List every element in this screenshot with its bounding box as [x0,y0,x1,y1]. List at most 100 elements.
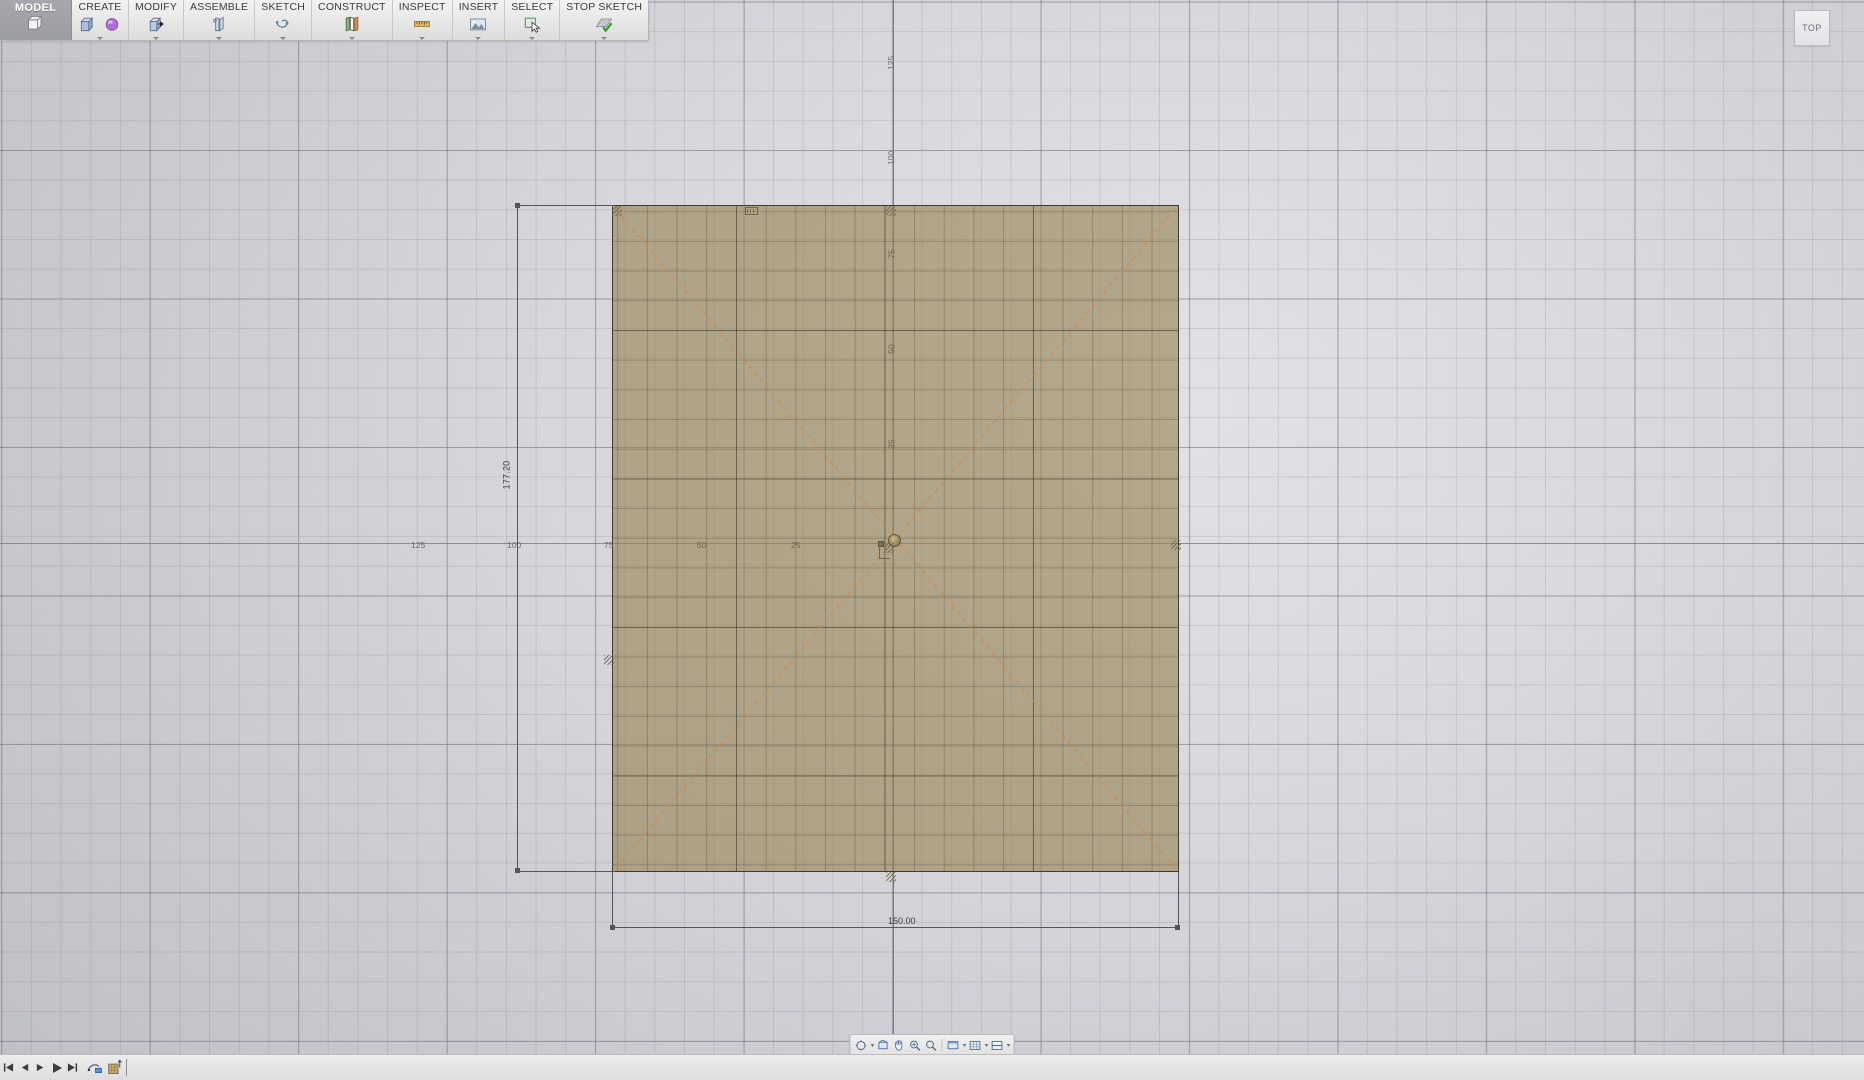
timeline-playback-controls[interactable] [2,1061,79,1075]
coincident-constraint-icon-origin[interactable] [884,543,894,553]
spline-icon[interactable] [273,14,293,34]
press-pull-icon[interactable] [146,14,166,34]
ruler-tick-v-25: 25 [886,439,897,449]
dimension-line-vertical[interactable] [517,205,518,872]
chevron-down-icon[interactable] [601,37,608,40]
go-to-end-button[interactable] [66,1061,79,1075]
look-at-icon[interactable] [876,1038,891,1053]
play-button[interactable] [50,1061,63,1075]
chevron-down-icon[interactable] [984,1043,989,1047]
display-settings-icon[interactable] [946,1038,961,1053]
stop-sketch-icon[interactable] [594,14,614,34]
ruler-tick-v-50: 50 [886,344,897,354]
chevron-down-icon[interactable] [870,1043,875,1047]
navigation-bar[interactable] [849,1034,1015,1056]
dimension-value-horizontal[interactable]: 150.00 [888,916,916,926]
toolbar-group-label: CONSTRUCT [318,1,386,13]
sketch-feature-icon[interactable] [87,1059,104,1076]
dimension-arrow-bottom [515,868,520,873]
ruler-tick-v-75: 75 [886,249,897,259]
chevron-down-icon[interactable] [280,37,287,40]
coincident-constraint-icon-top-axis[interactable] [886,206,896,216]
step-forward-button[interactable] [34,1061,47,1075]
3d-viewport[interactable]: 125 100 75 50 25 125 100 75 50 25 177.20… [0,0,1864,1080]
chevron-down-icon[interactable] [529,37,536,40]
ruler-tick-h-50: 50 [697,540,707,550]
chevron-down-icon[interactable] [475,37,482,40]
select-arrow-icon[interactable] [522,14,542,34]
toolbar-group-label: MODIFY [135,1,178,13]
toolbar-group-insert[interactable]: INSERT [453,0,506,40]
model-workspace-icon [26,15,42,31]
timeline-bar[interactable] [0,1054,1864,1080]
dimension-extension-bottom [516,871,615,872]
vertical-constraint-icon-right[interactable] [1171,540,1181,550]
dimension-extension-top [516,205,615,206]
orbit-icon[interactable] [854,1038,869,1053]
chevron-down-icon[interactable] [962,1043,967,1047]
navbar-divider [941,1039,943,1051]
chevron-down-icon[interactable] [216,37,223,40]
constraint-leader-vertical [879,545,880,559]
joint-icon[interactable] [209,14,229,34]
toolbar-group-stop-sketch[interactable]: STOP SKETCH [560,0,648,40]
toolbar-group-inspect[interactable]: INSPECT [393,0,453,40]
viewports-icon[interactable] [990,1038,1005,1053]
main-toolbar: MODEL CREATE MODIFY ASSEMBLE SKETCH CONS… [0,0,650,41]
fusion360-window: 125 100 75 50 25 125 100 75 50 25 177.20… [0,0,1864,1080]
go-to-beginning-button[interactable] [2,1061,15,1075]
dimension-arrow-right [1175,925,1180,930]
constraint-leader-horizontal [879,558,890,559]
view-cube-top-face[interactable]: TOP [1794,10,1830,46]
sphere-icon[interactable] [102,14,122,34]
box-icon[interactable] [78,14,98,34]
toolbar-group-label: INSERT [458,1,499,13]
toolbar-group-label: STOP SKETCH [566,1,643,13]
ruler-tick-h-100: 100 [507,540,522,550]
ruler-tick-h-125: 125 [411,540,426,550]
horizontal-constraint-icon-bottom[interactable] [886,872,896,882]
ruler-tick-v-100: 100 [886,150,897,166]
coincident-constraint-icon-corner[interactable] [612,206,622,216]
chevron-down-icon[interactable] [419,37,426,40]
ruler-tick-h-75: 75 [604,540,614,550]
chevron-down-icon[interactable] [153,37,160,40]
dimension-value-vertical[interactable]: 177.20 [501,461,511,490]
ruler-tick-h-25: 25 [791,540,801,550]
zoom-window-icon[interactable] [924,1038,939,1053]
step-back-button[interactable] [18,1061,31,1075]
insert-image-icon[interactable] [468,14,488,34]
toolbar-group-label: CREATE [78,1,122,13]
workspace-label: MODEL [14,2,57,14]
zoom-icon[interactable] [908,1038,923,1053]
toolbar-group-label: SKETCH [261,1,306,13]
timeline-end-marker[interactable] [126,1059,127,1076]
vertical-constraint-icon-left[interactable] [604,655,614,665]
pan-icon[interactable] [892,1038,907,1053]
timeline-feature-list[interactable] [87,1059,124,1076]
extrude-feature-icon[interactable] [107,1059,124,1076]
toolbar-group-label: ASSEMBLE [190,1,249,13]
toolbar-group-assemble[interactable]: ASSEMBLE [184,0,256,40]
dimension-extension-right [1178,872,1179,928]
offset-plane-icon[interactable] [342,14,362,34]
dimension-arrow-left [610,925,615,930]
chevron-down-icon[interactable] [348,37,355,40]
toolbar-group-label: SELECT [511,1,554,13]
toolbar-group-modify[interactable]: MODIFY [129,0,185,40]
toolbar-group-create[interactable]: CREATE [72,0,129,40]
horizontal-constraint-icon-top[interactable] [745,207,758,215]
view-cube[interactable]: TOP [1794,10,1830,46]
ruler-tick-v-125: 125 [886,55,897,71]
chevron-down-icon[interactable] [1006,1043,1011,1047]
toolbar-group-construct[interactable]: CONSTRUCT [312,0,393,40]
toolbar-group-select[interactable]: SELECT [505,0,561,40]
measure-icon[interactable] [412,14,432,34]
grid-snaps-icon[interactable] [968,1038,983,1053]
toolbar-group-sketch[interactable]: SKETCH [255,0,313,40]
workspace-switcher-model[interactable]: MODEL [0,0,72,40]
dimension-arrow-top [515,203,520,208]
chevron-down-icon[interactable] [97,37,103,40]
toolbar-group-label: INSPECT [398,1,446,13]
dimension-line-horizontal[interactable] [612,927,1179,928]
